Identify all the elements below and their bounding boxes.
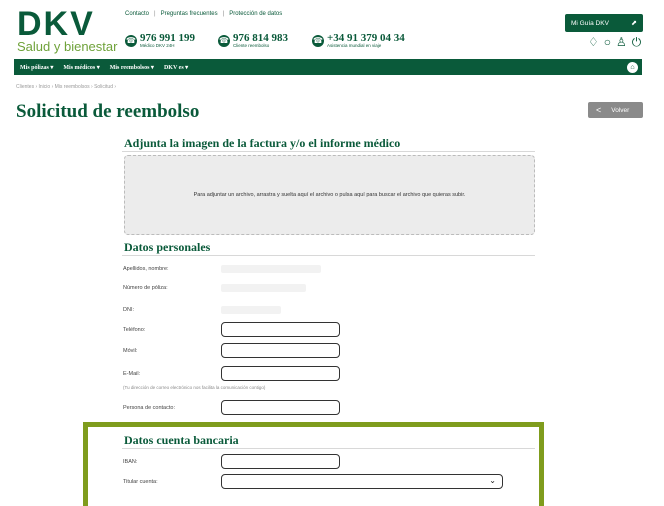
dni-label: DNI: xyxy=(123,307,134,313)
header-icons: ♢ ○ ♙ ⏻ xyxy=(588,36,641,49)
nav-mis-polizas[interactable]: Mis pólizas ▾ xyxy=(20,64,53,71)
mi-guia-label: Mi Guía DKV xyxy=(571,19,609,27)
email-input[interactable] xyxy=(221,366,340,381)
telefono-input[interactable] xyxy=(221,322,340,337)
nombre-label: Apellidos, nombre: xyxy=(123,266,169,272)
logo-mark: DKV xyxy=(17,5,95,43)
breadcrumb[interactable]: Clientes › Inicio › Mis reembolsos › Sol… xyxy=(16,84,116,90)
home-icon[interactable]: ⌂ xyxy=(627,61,638,73)
movil-label: Móvil: xyxy=(123,348,138,354)
privacy-link[interactable]: Protección de datos xyxy=(229,11,282,17)
poliza-label: Número de póliza: xyxy=(123,285,168,291)
email-label: E-Mail: xyxy=(123,371,141,377)
iban-input[interactable] xyxy=(221,454,340,469)
contact-link[interactable]: Contacto xyxy=(125,11,149,17)
phone-icon: ☎ xyxy=(125,34,137,47)
contacto-input[interactable] xyxy=(221,400,340,415)
nav-dkv-es[interactable]: DKV es ▾ xyxy=(164,64,188,71)
personal-section-title: Datos personales xyxy=(124,240,211,254)
section-divider xyxy=(122,255,535,256)
external-link-icon: ⬈ xyxy=(631,20,637,27)
section-divider xyxy=(122,448,535,449)
chevron-down-icon: ⌄ xyxy=(489,476,496,485)
mi-guia-button[interactable]: Mi Guía DKV ⬈ xyxy=(565,14,643,32)
telefono-label: Teléfono: xyxy=(123,327,146,333)
nav-mis-reembolsos[interactable]: Mis reembolsos ▾ xyxy=(110,64,154,71)
dni-value xyxy=(221,306,281,314)
phone-icon: ☎ xyxy=(218,34,230,47)
section-divider xyxy=(122,151,535,152)
phone-medico[interactable]: ☎ 976 991 199 Médico DKV 24H xyxy=(125,33,195,48)
back-button[interactable]: < Volver xyxy=(588,102,643,118)
main-nav: Mis pólizas ▾ Mis médicos ▾ Mis reembols… xyxy=(14,59,642,75)
poliza-value xyxy=(221,284,306,292)
nav-mis-medicos[interactable]: Mis médicos ▾ xyxy=(63,64,99,71)
movil-input[interactable] xyxy=(221,343,340,358)
page-title: Solicitud de reembolso xyxy=(16,101,200,122)
phone-icon: ☎ xyxy=(312,34,324,47)
chat-icon[interactable]: ○ xyxy=(604,36,611,49)
file-dropzone[interactable]: Para adjuntar un archivo, arrastra y sue… xyxy=(124,155,535,235)
phone-reembolso[interactable]: ☎ 976 814 983 Cliente reembolso xyxy=(218,33,288,48)
email-note: (Tu dirección de correo electrónico nos … xyxy=(123,385,266,390)
dkv-logo[interactable]: DKV Salud y bienestar xyxy=(17,5,118,54)
bell-icon[interactable]: ♢ xyxy=(588,36,599,49)
top-links: Contacto | Preguntas frecuentes | Protección… xyxy=(125,11,283,17)
attach-section-title: Adjunta la imagen de la factura y/o el i… xyxy=(124,136,401,150)
user-icon[interactable]: ♙ xyxy=(616,36,627,49)
back-button-label: Volver xyxy=(611,106,630,114)
dropzone-text: Para adjuntar un archivo, arrastra y sue… xyxy=(193,192,466,198)
phone-asistencia[interactable]: ☎ +34 91 379 04 34 Asistencia mundial en… xyxy=(312,33,405,48)
nombre-value xyxy=(221,265,321,273)
chevron-left-icon: < xyxy=(596,105,602,115)
iban-label: IBAN: xyxy=(123,459,138,465)
logo-tagline: Salud y bienestar xyxy=(17,39,118,54)
titular-label: Titular cuenta: xyxy=(123,479,158,485)
faq-link[interactable]: Preguntas frecuentes xyxy=(161,11,218,17)
contacto-label: Persona de contacto: xyxy=(123,405,175,411)
site-header: DKV Salud y bienestar Contacto | Preguntas… xyxy=(0,0,664,58)
titular-select[interactable]: ⌄ xyxy=(221,474,503,489)
bank-section-title: Datos cuenta bancaria xyxy=(124,433,239,447)
power-icon[interactable]: ⏻ xyxy=(632,36,642,49)
